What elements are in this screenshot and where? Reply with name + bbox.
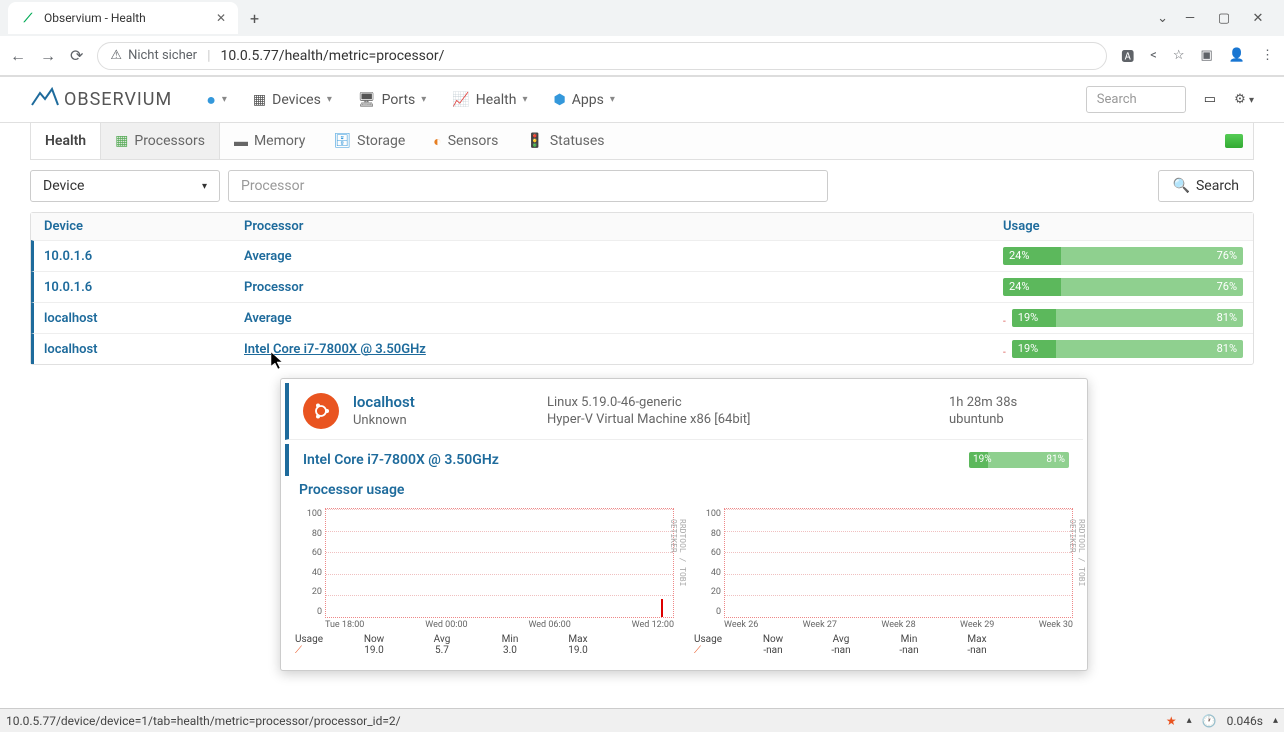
popup-proc-name: Intel Core i7-7800X @ 3.50GHz <box>303 452 969 468</box>
logo-icon <box>30 87 60 112</box>
search-button[interactable]: 🔍 Search <box>1158 170 1254 202</box>
star-icon[interactable]: ★ <box>1166 714 1177 728</box>
clock-icon: 🕐 <box>1202 714 1217 728</box>
graph-weekly: 100806040200 RRDTOOL / TOBI OETIKER Week… <box>694 508 1073 656</box>
table-row: localhostIntel Core i7-7800X @ 3.50GHz-1… <box>31 333 1253 364</box>
chevron-down-icon[interactable]: ⌄ <box>1157 11 1168 26</box>
subnav-memory[interactable]: ▬ Memory <box>220 123 319 159</box>
logo[interactable]: OBSERVIUM <box>30 87 172 112</box>
processor-link[interactable]: Intel Core i7-7800X @ 3.50GHz <box>244 342 426 357</box>
graph-view-icon[interactable] <box>1225 134 1243 148</box>
address-bar[interactable]: ⚠ Nicht sicher | 10.0.5.77/health/metric… <box>97 42 1107 70</box>
popup-usage-bar: 19% 81% <box>969 452 1069 468</box>
menu-icon[interactable]: ⋮ <box>1261 48 1274 63</box>
ubuntu-icon <box>303 393 339 429</box>
global-search-input[interactable] <box>1086 86 1186 113</box>
chevron-down-icon: ▾ <box>421 94 426 105</box>
table-row: 10.0.1.6 Average 24%76% <box>31 240 1253 271</box>
forward-icon[interactable]: → <box>40 46 56 66</box>
chevron-down-icon: ▾ <box>202 181 207 192</box>
reload-icon[interactable]: ⟳ <box>70 46 83 65</box>
subnav-sensors[interactable]: ◐ Sensors <box>419 123 512 159</box>
popup-os: Unknown <box>353 413 533 428</box>
storage-icon: 🗄 <box>333 133 351 149</box>
close-icon[interactable]: ✕ <box>216 11 226 25</box>
apps-icon: ⬢ <box>553 92 565 108</box>
sidepanel-icon[interactable]: ▣ <box>1201 48 1213 63</box>
cpu-icon: ▦ <box>115 133 128 149</box>
device-link[interactable]: localhost <box>44 311 98 326</box>
processors-table: Device Processor Usage 10.0.1.6 Average 24… <box>30 212 1254 365</box>
minimize-icon[interactable]: — <box>1178 6 1202 30</box>
chevron-down-icon: ▾ <box>222 94 227 105</box>
back-icon[interactable]: ← <box>10 46 26 66</box>
tab-title: Observium - Health <box>44 11 146 25</box>
col-header-device[interactable]: Device <box>44 219 244 234</box>
chevron-down-icon: ▾ <box>610 94 615 105</box>
popup-sysname: ubuntunb <box>949 412 1069 427</box>
bookmark-icon[interactable]: ☆ <box>1173 48 1185 63</box>
laptop-icon[interactable]: ▭ <box>1196 88 1224 111</box>
processor-link[interactable]: Average <box>244 311 292 326</box>
device-link[interactable]: localhost <box>44 342 98 357</box>
subnav-processors[interactable]: ▦ Processors <box>100 123 220 159</box>
col-header-processor[interactable]: Processor <box>244 219 1003 234</box>
sensors-icon: ◐ <box>433 133 441 150</box>
subnav-title: Health <box>31 123 100 159</box>
favicon-icon: ⟋ <box>20 10 36 26</box>
devices-icon: ▦ <box>253 92 266 108</box>
browser-tab[interactable]: ⟋ Observium - Health ✕ <box>8 2 238 34</box>
processor-filter-input[interactable] <box>228 170 828 202</box>
usage-bar: 24%76% <box>1003 247 1243 265</box>
profile-icon[interactable]: 👤 <box>1229 48 1245 63</box>
graph-daily: 100806040200 RRDTOOL / TOBI OETIKER Tue … <box>295 508 674 656</box>
nav-ports[interactable]: 🖥 Ports ▾ <box>348 86 436 114</box>
popup-hostname: localhost <box>353 393 533 411</box>
share-icon[interactable]: < <box>1150 48 1157 63</box>
subnav-storage[interactable]: 🗄 Storage <box>319 123 419 159</box>
processor-link[interactable]: Average <box>244 249 292 264</box>
popup-uptime: 1h 28m 38s <box>949 395 1069 410</box>
subnav-statuses[interactable]: 🚦 Statuses <box>512 123 618 159</box>
gear-icon[interactable]: ⚙ ▾ <box>1234 92 1254 107</box>
popup-kernel: Linux 5.19.0-46-generic <box>547 395 935 410</box>
device-tooltip: localhost Unknown Linux 5.19.0-46-generi… <box>280 378 1088 671</box>
popup-section-title: Processor usage <box>281 476 1087 504</box>
new-tab-button[interactable]: + <box>242 5 267 32</box>
popup-platform: Hyper-V Virtual Machine x86 [64bit] <box>547 412 935 427</box>
col-header-usage[interactable]: Usage <box>1003 219 1243 234</box>
nav-apps[interactable]: ⬢ Apps ▾ <box>543 86 624 114</box>
device-link[interactable]: 10.0.1.6 <box>44 249 92 264</box>
ports-icon: 🖥 <box>358 92 376 108</box>
table-row: 10.0.1.6 Processor 24%76% <box>31 271 1253 302</box>
search-icon: 🔍 <box>1173 178 1190 194</box>
maximize-icon[interactable]: ▢ <box>1212 6 1236 30</box>
statuses-icon: 🚦 <box>526 133 543 149</box>
nav-globe[interactable]: ● ▾ <box>196 84 237 116</box>
processor-link[interactable]: Processor <box>244 280 303 295</box>
usage-bar: 24%76% <box>1003 278 1243 296</box>
nav-devices[interactable]: ▦ Devices ▾ <box>243 86 342 114</box>
table-row: localhostAverage-19%81% <box>31 302 1253 333</box>
memory-icon: ▬ <box>234 133 248 150</box>
globe-icon: ● <box>206 90 216 110</box>
nav-health[interactable]: 📈 Health ▾ <box>442 86 537 114</box>
warning-icon: ⚠ <box>110 48 122 63</box>
usage-bar: 19%81% <box>1012 309 1243 327</box>
security-indicator[interactable]: ⚠ Nicht sicher <box>110 48 197 63</box>
health-icon: 📈 <box>452 92 469 108</box>
translate-icon[interactable]: 🅰 <box>1121 46 1134 65</box>
status-url: 10.0.5.77/device/device=1/tab=health/met… <box>6 714 401 728</box>
chevron-up-icon[interactable]: ▴ <box>1187 715 1192 726</box>
timing-label: 0.046s <box>1227 714 1263 728</box>
usage-bar: 19%81% <box>1012 340 1243 358</box>
device-filter-dropdown[interactable]: Device ▾ <box>30 170 220 202</box>
device-link[interactable]: 10.0.1.6 <box>44 280 92 295</box>
chevron-up-icon[interactable]: ▴ <box>1273 715 1278 726</box>
chevron-down-icon: ▾ <box>522 94 527 105</box>
close-window-icon[interactable]: ✕ <box>1246 6 1270 30</box>
chevron-down-icon: ▾ <box>327 94 332 105</box>
